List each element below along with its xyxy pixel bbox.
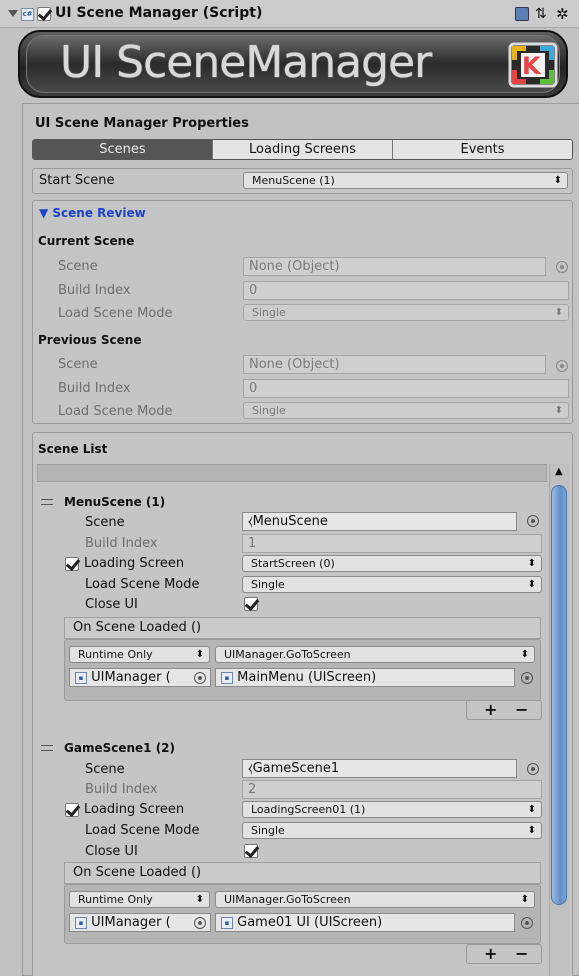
loading-screen-checkbox[interactable] — [65, 557, 79, 571]
event-target-field[interactable]: ▪ UIManager ( — [69, 668, 211, 687]
presets-icon[interactable]: ⇅ — [535, 7, 549, 21]
add-remove-bar — [466, 944, 542, 964]
load-scene-mode-label: Load Scene Mode — [85, 577, 200, 592]
current-load-mode-label: Load Scene Mode — [58, 306, 173, 321]
properties-title: UI Scene Manager Properties — [35, 116, 249, 131]
previous-build-index-label: Build Index — [58, 381, 131, 396]
loading-screen-label: Loading Screen — [84, 802, 185, 817]
runtime-dropdown[interactable]: Runtime Only — [69, 646, 210, 663]
gear-icon[interactable]: ✲ — [556, 7, 570, 22]
close-ui-label: Close UI — [85, 597, 138, 612]
banner: UI SceneManager K — [18, 30, 568, 98]
event-title: On Scene Loaded () — [73, 865, 202, 880]
start-scene-label: Start Scene — [39, 173, 115, 188]
loading-screen-dropdown[interactable]: StartScreen (0) — [242, 555, 542, 572]
scene-asset-field[interactable]: ⧼MenuScene — [242, 512, 517, 531]
component-icon: ▪ — [75, 671, 87, 684]
previous-load-mode-label: Load Scene Mode — [58, 404, 173, 419]
load-scene-mode-label: Load Scene Mode — [85, 823, 200, 838]
event-target-value: UIManager ( — [91, 670, 171, 685]
component-icon: ▪ — [221, 671, 233, 684]
event-argument-field[interactable]: ▪ Game01 UI (UIScreen) — [215, 913, 515, 932]
current-scene-field: None (Object) — [243, 257, 546, 276]
object-picker-icon[interactable] — [521, 917, 533, 929]
component-icon: ▪ — [75, 916, 87, 929]
object-picker-icon — [556, 261, 568, 273]
object-picker-icon[interactable] — [194, 672, 206, 684]
loading-screen-dropdown[interactable]: LoadingScreen01 (1) — [242, 801, 542, 818]
event-argument-value: MainMenu (UIScreen) — [237, 670, 377, 685]
collapse-arrow-icon[interactable] — [8, 10, 18, 17]
scene-item-name: GameScene1 (2) — [64, 741, 176, 755]
function-dropdown[interactable]: UIManager.GoToScreen — [215, 646, 535, 663]
drag-handle-icon[interactable] — [41, 745, 53, 751]
object-picker-icon[interactable] — [194, 917, 206, 929]
previous-scene-label: Scene — [58, 357, 98, 372]
current-load-mode-dropdown: Single — [243, 304, 569, 321]
runtime-dropdown[interactable]: Runtime Only — [69, 891, 210, 908]
event-argument-value: Game01 UI (UIScreen) — [237, 915, 383, 930]
add-listener-button[interactable]: + — [484, 944, 497, 963]
scene-asset-value: GameScene1 — [252, 761, 340, 776]
remove-listener-button[interactable]: − — [515, 700, 528, 719]
load-scene-mode-dropdown[interactable]: Single — [242, 576, 542, 593]
previous-load-mode-dropdown: Single — [243, 402, 569, 419]
scroll-up-icon[interactable]: ▲ — [555, 466, 563, 477]
loading-screen-checkbox[interactable] — [65, 803, 79, 817]
close-ui-label: Close UI — [85, 844, 138, 859]
tab-events[interactable]: Events — [392, 140, 572, 159]
help-book-icon[interactable] — [515, 7, 529, 21]
object-picker-icon[interactable] — [527, 763, 539, 775]
event-target-field[interactable]: ▪ UIManager ( — [69, 913, 211, 932]
event-target-value: UIManager ( — [91, 915, 171, 930]
loading-screen-label: Loading Screen — [84, 556, 185, 571]
component-icon: ▪ — [221, 916, 233, 929]
scene-asset-field[interactable]: ⧼GameScene1 — [242, 759, 517, 778]
close-ui-checkbox[interactable] — [244, 844, 258, 858]
build-index-field: 2 — [242, 780, 542, 799]
current-scene-label: Scene — [58, 259, 98, 274]
event-argument-field[interactable]: ▪ MainMenu (UIScreen) — [215, 668, 515, 687]
function-dropdown[interactable]: UIManager.GoToScreen — [215, 891, 535, 908]
add-remove-bar — [466, 700, 542, 720]
drag-handle-icon[interactable] — [41, 499, 53, 505]
list-header-strip — [37, 464, 547, 482]
scene-label: Scene — [85, 515, 125, 530]
scrollbar-thumb[interactable] — [551, 485, 567, 905]
scene-review-foldout[interactable]: ▼ Scene Review — [39, 206, 146, 220]
close-ui-checkbox[interactable] — [244, 597, 258, 611]
previous-scene-heading: Previous Scene — [38, 333, 142, 347]
previous-build-index-field: 0 — [243, 379, 569, 398]
component-enabled-checkbox[interactable] — [37, 7, 51, 21]
object-picker-icon[interactable] — [521, 672, 533, 684]
object-picker-icon[interactable] — [527, 515, 539, 527]
tab-scenes[interactable]: Scenes — [33, 140, 212, 159]
load-scene-mode-dropdown[interactable]: Single — [242, 822, 542, 839]
tab-loading-screens[interactable]: Loading Screens — [212, 140, 392, 159]
banner-text: UI SceneManager — [60, 37, 432, 88]
remove-listener-button[interactable]: − — [515, 944, 528, 963]
scene-review-label: Scene Review — [52, 206, 146, 220]
current-build-index-label: Build Index — [58, 283, 131, 298]
scene-label: Scene — [85, 762, 125, 777]
logo-letter: K — [522, 52, 541, 80]
previous-scene-field: None (Object) — [243, 355, 546, 374]
event-title: On Scene Loaded () — [73, 620, 202, 635]
scene-asset-value: MenuScene — [252, 514, 328, 529]
object-picker-icon — [556, 360, 568, 372]
script-icon: c# — [21, 8, 34, 21]
build-index-field: 1 — [242, 534, 542, 553]
build-index-label: Build Index — [85, 536, 158, 551]
scene-list-title: Scene List — [38, 442, 108, 456]
current-build-index-field: 0 — [243, 281, 569, 300]
component-title: UI Scene Manager (Script) — [55, 5, 263, 21]
current-scene-heading: Current Scene — [38, 234, 135, 248]
scene-item-name: MenuScene (1) — [64, 495, 166, 509]
tab-bar: Scenes Loading Screens Events — [32, 139, 573, 160]
build-index-label: Build Index — [85, 782, 158, 797]
add-listener-button[interactable]: + — [484, 700, 497, 719]
start-scene-dropdown[interactable]: MenuScene (1) — [243, 172, 568, 189]
